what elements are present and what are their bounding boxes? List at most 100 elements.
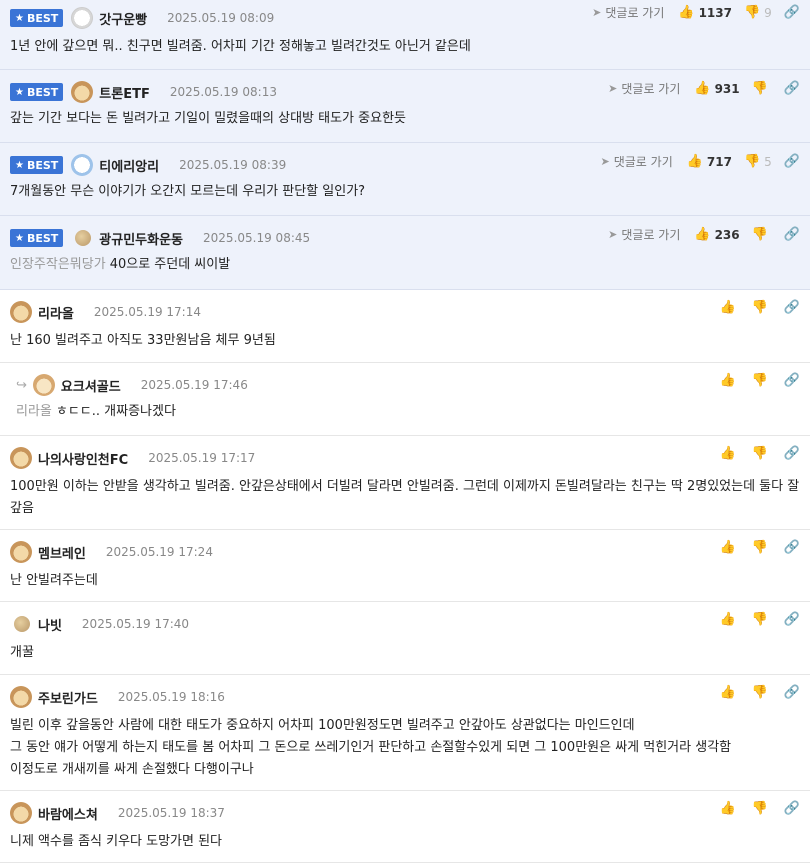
comment-text: 난 160 빌려주고 아직도 33만원남음 체무 9년됨 (10, 333, 276, 348)
downvote-button[interactable]: 👎 5 (744, 154, 772, 169)
link-icon[interactable]: 🔗 (784, 5, 800, 20)
nickname[interactable]: 바람에스쳐 (38, 804, 98, 823)
comment-text: 니제 액수를 좀식 키우다 도망가면 된다 (10, 834, 223, 849)
upvote-button[interactable]: 👍 (719, 446, 739, 461)
downvote-button[interactable]: 👎 (752, 685, 772, 700)
nickname[interactable]: 요크셔골드 (61, 376, 121, 395)
thumbs-down-icon: 👎 (751, 227, 768, 242)
best-badge: ★ BEST (10, 156, 64, 174)
upvote-button[interactable]: 👍 (719, 300, 739, 315)
avatar[interactable] (71, 7, 94, 29)
upvote-button[interactable]: 👍 (719, 612, 739, 627)
avatar[interactable] (32, 374, 55, 396)
timestamp: 2025.05.19 08:09 (167, 11, 275, 25)
thumbs-up-icon: 👍 (694, 81, 711, 96)
avatar[interactable] (10, 301, 32, 323)
star-icon: ★ (15, 159, 24, 171)
reply-arrow-icon: ➤ (608, 82, 618, 95)
thumbs-down-icon: 👎 (743, 5, 761, 20)
upvote-button[interactable]: 👍 236 (694, 227, 739, 242)
downvote-button[interactable]: 👎 (752, 446, 772, 461)
upvote-button[interactable]: 👍 (719, 373, 739, 388)
best-badge: ★ BEST (10, 83, 64, 101)
link-icon[interactable]: 🔗 (784, 685, 800, 700)
upvote-button[interactable]: 👍 (719, 540, 739, 555)
go-to-reply-link[interactable]: ➤ 댓글로 가기 (608, 80, 680, 97)
timestamp: 2025.05.19 08:39 (179, 158, 287, 172)
link-icon[interactable]: 🔗 (784, 446, 800, 461)
nickname[interactable]: 티에리앙리 (99, 156, 159, 175)
nickname[interactable]: 리라올 (38, 303, 74, 322)
nickname[interactable]: 주보린가드 (38, 688, 98, 707)
thumbs-up-icon: 👍 (694, 227, 711, 242)
avatar[interactable] (75, 230, 92, 246)
timestamp: 2025.05.19 18:37 (117, 806, 225, 820)
go-to-reply-link[interactable]: ➤ 댓글로 가기 (592, 4, 664, 21)
nickname[interactable]: 갓구운빵 (99, 9, 147, 28)
nickname[interactable]: 광규민두화운동 (99, 229, 183, 248)
star-icon: ★ (15, 12, 24, 24)
upvote-button[interactable]: 👍 (719, 801, 739, 816)
downvote-button[interactable]: 👎 (752, 373, 772, 388)
downvote-button[interactable]: 👎 (752, 227, 772, 242)
link-icon[interactable]: 🔗 (784, 154, 800, 169)
reply-arrow-icon: ➤ (592, 6, 602, 19)
upvote-button[interactable]: 👍 931 (694, 81, 739, 96)
avatar[interactable] (10, 541, 32, 563)
go-to-reply-link[interactable]: ➤ 댓글로 가기 (608, 226, 680, 243)
avatar[interactable] (71, 81, 94, 103)
upvote-button[interactable]: 👍 717 (687, 154, 732, 169)
thumbs-up-icon: 👍 (678, 5, 695, 20)
downvote-button[interactable]: 👎 (752, 81, 772, 96)
best-comment: ★ BEST 갓구운빵 2025.05.19 08:09 ➤ 댓글로 가기 👍 113… (0, 0, 810, 70)
comment-text: 개꿀 (10, 645, 34, 660)
link-icon[interactable]: 🔗 (784, 612, 800, 627)
thumbs-up-icon: 👍 (719, 446, 736, 461)
thumbs-down-icon: 👎 (751, 373, 768, 388)
link-icon[interactable]: 🔗 (784, 801, 800, 816)
thumbs-up-icon: 👍 (719, 612, 736, 627)
upvote-button[interactable]: 👍 (719, 685, 739, 700)
nickname[interactable]: 나빗 (38, 615, 62, 634)
avatar[interactable] (10, 802, 32, 824)
avatar[interactable] (71, 154, 94, 176)
best-badge: ★ BEST (10, 229, 64, 247)
thumbs-up-icon: 👍 (719, 685, 736, 700)
timestamp: 2025.05.19 17:46 (140, 378, 248, 392)
thumbs-up-icon: 👍 (719, 300, 736, 315)
comment-text: 리라올 ㅎㄷㄷ.. 개짜증나겠다 (16, 404, 176, 419)
link-icon[interactable]: 🔗 (784, 81, 800, 96)
nickname[interactable]: 멤브레인 (38, 543, 86, 562)
downvote-button[interactable]: 👎 9 (744, 5, 772, 20)
thumbs-down-icon: 👎 (751, 540, 768, 555)
link-icon[interactable]: 🔗 (784, 540, 800, 555)
thumbs-down-icon: 👎 (751, 81, 768, 96)
link-icon[interactable]: 🔗 (784, 227, 800, 242)
thumbs-down-icon: 👎 (751, 612, 768, 627)
avatar[interactable] (14, 616, 30, 632)
comment: 주보린가드 2025.05.19 18:16 👍 👎 🔗 빌린 이후 갚을동안 … (0, 675, 810, 791)
downvote-button[interactable]: 👎 (752, 540, 772, 555)
best-comment: ★ BEST 티에리앙리 2025.05.19 08:39 ➤ 댓글로 가기 👍 71… (0, 143, 810, 216)
avatar[interactable] (10, 686, 32, 708)
comment-text: 빌린 이후 갚을동안 사람에 대한 태도가 중요하지 어차피 100만원정도면 … (10, 718, 732, 777)
nickname[interactable]: 나의사랑인천FC (38, 449, 128, 468)
go-to-reply-link[interactable]: ➤ 댓글로 가기 (601, 153, 673, 170)
thumbs-down-icon: 👎 (751, 446, 768, 461)
link-icon[interactable]: 🔗 (784, 300, 800, 315)
quoted-user[interactable]: 리라올 (16, 404, 52, 419)
upvote-button[interactable]: 👍 1137 (678, 5, 732, 20)
reply-comment: ↪ 요크셔골드 2025.05.19 17:46 👍 👎 🔗 리라올 ㅎㄷㄷ.. … (0, 363, 810, 436)
downvote-button[interactable]: 👎 (752, 801, 772, 816)
comment: 나의사랑인천FC 2025.05.19 17:17 👍 👎 🔗 100만원 이하… (0, 436, 810, 530)
downvote-button[interactable]: 👎 (752, 612, 772, 627)
thumbs-down-icon: 👎 (751, 801, 768, 816)
link-icon[interactable]: 🔗 (784, 373, 800, 388)
avatar[interactable] (10, 447, 32, 469)
quoted-user[interactable]: 인장주작은뭐당가 (10, 257, 106, 272)
nickname[interactable]: 트론ETF (99, 83, 150, 102)
timestamp: 2025.05.19 17:40 (81, 617, 190, 631)
thumbs-up-icon: 👍 (719, 373, 736, 388)
downvote-button[interactable]: 👎 (752, 300, 772, 315)
comment-text: 갚는 기간 보다는 돈 빌려가고 기일이 밀렸을때의 상대방 태도가 중요한듯 (10, 111, 406, 126)
